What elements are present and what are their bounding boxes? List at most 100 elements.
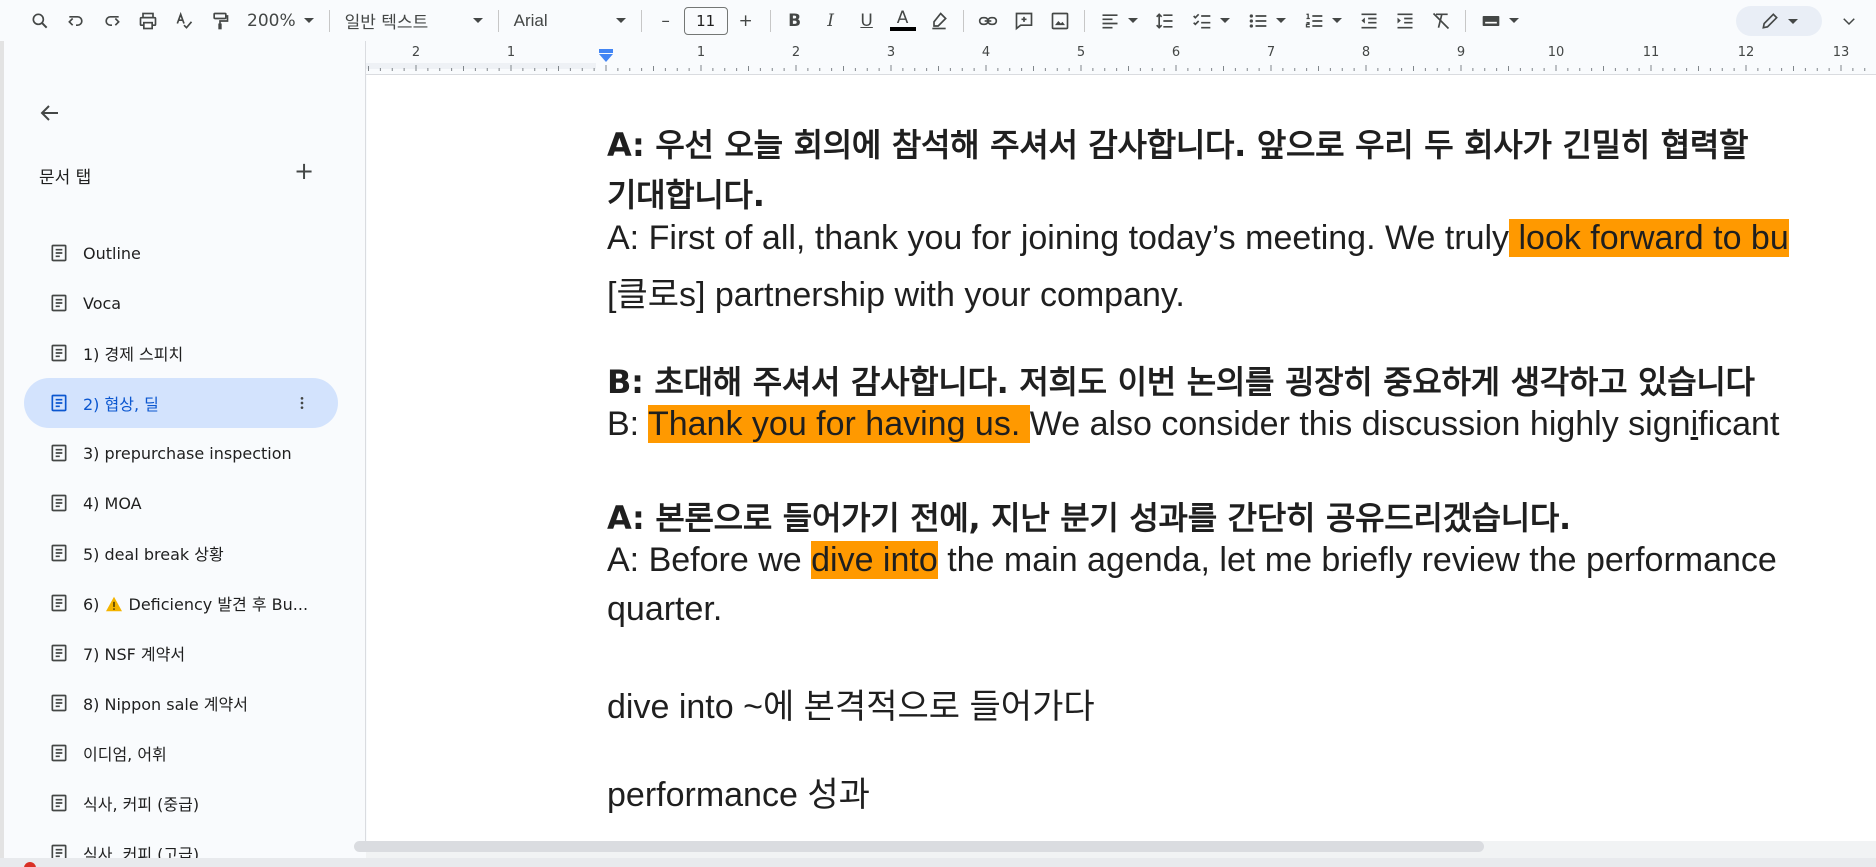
sidebar-tab-item[interactable]: 1) 경제 스피치 <box>24 328 338 378</box>
text-color-button[interactable]: A <box>888 6 918 36</box>
editing-mode-button[interactable] <box>1736 6 1822 36</box>
decrease-indent-button[interactable] <box>1354 6 1384 36</box>
print-icon <box>139 12 157 29</box>
sidebar-tab-item[interactable]: 8) Nippon sale 계약서 <box>24 678 338 728</box>
bulleted-list-select[interactable] <box>1242 6 1292 36</box>
tab-label: 7) NSF 계약서 <box>83 641 185 665</box>
sidebar-tab-item[interactable]: 이디엄, 어휘 <box>24 728 338 778</box>
document-icon <box>51 344 67 362</box>
text-run: the main agenda, let me briefly review t… <box>937 541 1777 579</box>
underline-button[interactable]: U <box>852 6 882 36</box>
highlight-color-button[interactable] <box>924 6 954 36</box>
status-dot-icon <box>24 862 36 867</box>
text-run: A: First of all, thank you for joining t… <box>607 219 1510 257</box>
sidebar-tab-item[interactable]: Voca <box>24 278 338 328</box>
sidebar-tab-item[interactable]: 3) prepurchase inspection <box>24 428 338 478</box>
tab-label: 8) Nippon sale 계약서 <box>83 691 248 715</box>
decrease-font-size-button[interactable]: – <box>651 6 681 36</box>
highlighted-phrase: look forward to bu <box>1509 219 1789 257</box>
tab-label-text: Voca <box>83 293 122 313</box>
divider <box>328 9 330 32</box>
input-tools-select[interactable] <box>1475 6 1525 36</box>
tab-label: 이디엄, 어휘 <box>83 741 167 765</box>
ruler-margin <box>366 63 596 69</box>
align-select[interactable] <box>1094 6 1144 36</box>
horizontal-scrollbar-thumb[interactable] <box>354 841 1484 852</box>
ruler-label: 2 <box>792 45 800 60</box>
tab-label: Outline <box>83 244 141 263</box>
sidebar-tab-item[interactable]: 식사, 커피 (중급) <box>24 778 338 828</box>
paint-format-button[interactable] <box>205 6 235 36</box>
sidebar-tab-item[interactable]: 7) NSF 계약서 <box>24 628 338 678</box>
print-button[interactable] <box>133 6 163 36</box>
indent-increase-icon <box>1397 13 1413 28</box>
spellcheck-button[interactable] <box>169 6 199 36</box>
close-outline-button[interactable] <box>30 93 70 133</box>
sidebar-tab-item[interactable]: 5) deal break 상황 <box>24 528 338 578</box>
comment-plus-icon <box>1015 12 1032 30</box>
ruler-label: 9 <box>1457 45 1465 60</box>
sidebar-tab-item[interactable]: 4) MOA <box>24 478 338 528</box>
warning-icon <box>105 595 123 614</box>
document-icon <box>51 744 67 762</box>
document-icon <box>51 444 67 462</box>
clear-formatting-button[interactable] <box>1426 6 1456 36</box>
sidebar-tab-item[interactable]: Outline <box>24 228 338 278</box>
font-select[interactable]: Arial <box>508 6 632 36</box>
sidebar-tab-item[interactable]: 2) 협상, 딜 <box>24 378 338 428</box>
tab-label-text: 1) 경제 스피치 <box>83 345 184 364</box>
search-icon <box>32 13 48 28</box>
link-icon <box>978 16 997 25</box>
bulleted-list-icon <box>1249 13 1266 28</box>
undo-button[interactable] <box>61 6 91 36</box>
tab-label: 3) prepurchase inspection <box>83 444 292 463</box>
paragraph-b1-korean: B: 초대해 주셔서 감사합니다. 저희도 이번 논의를 굉장히 중요하게 생각… <box>607 363 1755 401</box>
add-tab-button[interactable]: + <box>288 155 320 187</box>
paragraph-style-select[interactable]: 일반 텍스트 <box>339 6 489 36</box>
paragraph-a1-korean: A: 우선 오늘 회의에 참석해 주셔서 감사합니다. 앞으로 우리 두 회사가… <box>607 126 1749 164</box>
numbered-list-select[interactable] <box>1298 6 1348 36</box>
paragraph-b1-english: B: Thank you for having us. We also cons… <box>607 405 1779 444</box>
ruler-label: 8 <box>1362 45 1370 60</box>
bold-button[interactable]: B <box>780 6 810 36</box>
tab-label-prefix: 6) <box>83 595 105 614</box>
increase-font-size-button[interactable]: + <box>731 6 761 36</box>
vocab-note-performance: performance 성과 <box>607 776 870 814</box>
left-indent-marker[interactable] <box>599 54 613 62</box>
align-left-icon <box>1102 13 1118 28</box>
line-spacing-button[interactable] <box>1150 6 1180 36</box>
tab-label-text: 4) MOA <box>83 493 142 513</box>
add-comment-button[interactable] <box>1009 6 1039 36</box>
document-page[interactable]: A: 우선 오늘 회의에 참석해 주셔서 감사합니다. 앞으로 우리 두 회사가… <box>367 75 1876 841</box>
insert-image-button[interactable] <box>1045 6 1075 36</box>
ruler-label: 4 <box>982 45 990 60</box>
bold-icon: B <box>788 10 802 31</box>
search-menus-button[interactable] <box>25 6 55 36</box>
divider <box>1464 9 1466 32</box>
redo-button[interactable] <box>97 6 127 36</box>
plus-icon: + <box>293 157 315 185</box>
more-options-button[interactable] <box>290 391 314 415</box>
insert-link-button[interactable] <box>973 6 1003 36</box>
vocab-note-dive-into: dive into ~에 본격적으로 들어가다 <box>607 688 1095 726</box>
zoom-select[interactable]: 200% <box>241 6 320 36</box>
checklist-select[interactable] <box>1186 6 1236 36</box>
first-line-indent-marker[interactable] <box>599 49 613 53</box>
hide-menus-button[interactable] <box>1834 6 1864 36</box>
undo-icon <box>68 15 83 26</box>
font-size-input[interactable]: 11 <box>683 6 728 35</box>
horizontal-ruler[interactable]: 2 1 1 2 3 4 5 6 7 8 9 10 11 12 13 <box>366 41 1876 75</box>
document-icon <box>51 244 67 262</box>
clear-formatting-icon <box>1432 12 1449 29</box>
numbered-list-icon <box>1305 13 1322 27</box>
docs-window: 200% 일반 텍스트 Arial – 11 + B I U A 문서 탭 + … <box>0 0 1876 867</box>
italic-button[interactable]: I <box>816 6 846 36</box>
chevron-down-icon <box>472 18 483 23</box>
chevron-down-icon <box>1331 18 1342 23</box>
chevron-down-icon <box>303 18 314 23</box>
chevron-down-icon <box>1275 18 1286 23</box>
increase-indent-button[interactable] <box>1390 6 1420 36</box>
sidebar-tab-item[interactable]: 6) Deficiency 발견 후 Bu... <box>24 578 338 628</box>
highlighted-phrase: Thank you for having us. <box>647 405 1030 443</box>
spellcheck-icon <box>176 11 193 29</box>
